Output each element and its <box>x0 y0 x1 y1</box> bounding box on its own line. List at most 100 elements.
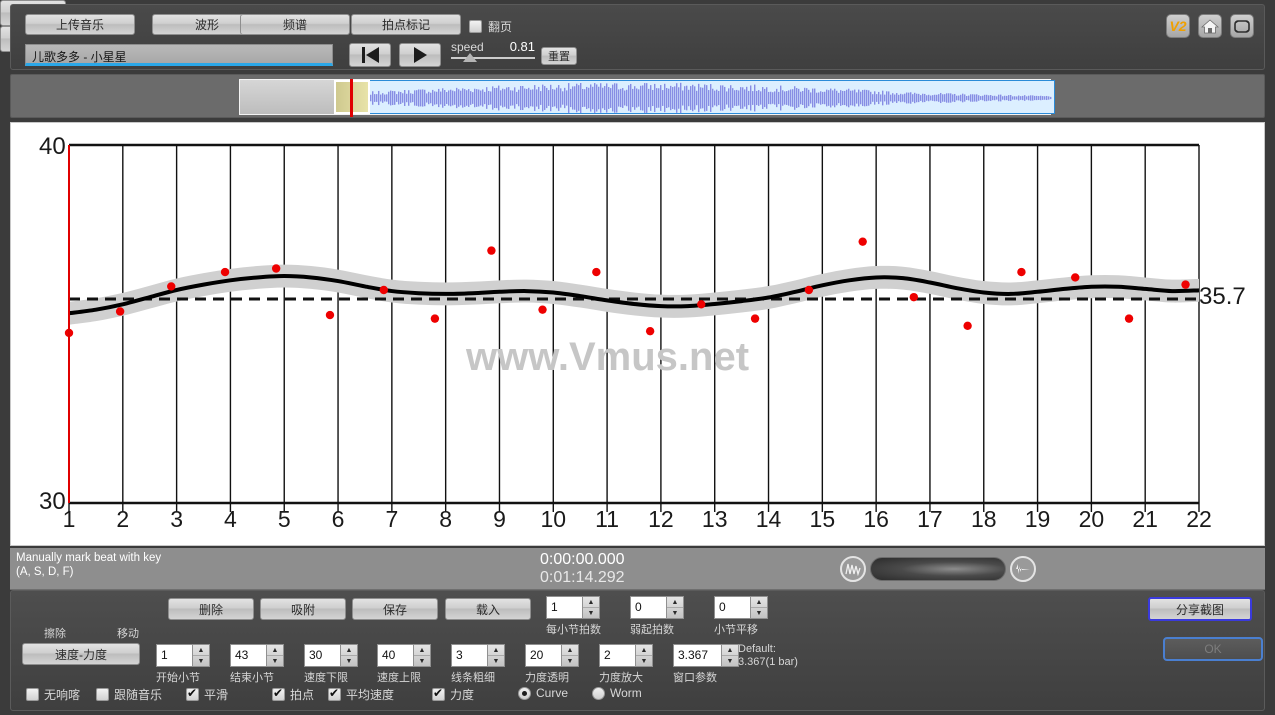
dynamics-checkbox[interactable] <box>432 686 445 701</box>
pickup-beats-stepper[interactable]: ▲ ▼ <box>666 596 684 619</box>
share-snapshot-button[interactable]: 分享截图 <box>1148 597 1252 621</box>
beats-per-bar-spinner[interactable]: 1 ▲ ▼ <box>546 596 600 619</box>
stepper-up-icon[interactable]: ▲ <box>636 645 652 656</box>
page-turn-checkbox[interactable] <box>469 20 482 33</box>
stepper-up-icon[interactable]: ▲ <box>751 597 767 608</box>
stepper-down-icon[interactable]: ▼ <box>751 608 767 618</box>
stepper-down-icon[interactable]: ▼ <box>267 656 283 666</box>
waveform-playhead[interactable] <box>350 79 353 117</box>
beat-point[interactable] <box>1071 273 1080 282</box>
beat-point[interactable] <box>271 264 281 273</box>
beat-point[interactable] <box>909 292 919 302</box>
no-click-checkbox[interactable] <box>26 688 39 701</box>
delete-button[interactable]: 删除 <box>168 598 254 620</box>
bar-shift-value[interactable]: 0 <box>714 596 750 619</box>
song-title-input[interactable]: 儿歌多多 - 小星星 <box>25 44 333 66</box>
stepper-down-icon[interactable]: ▼ <box>414 656 430 666</box>
tempo-chart-panel[interactable]: 40 30 35.7 www.Vmus.net 1 2 3 4 5 6 7 8 9 10 11 12 1… <box>10 122 1265 546</box>
beat-point[interactable] <box>1181 280 1190 289</box>
tempo-max-spinner[interactable]: 40 ▲ ▼ <box>377 644 431 667</box>
stepper-up-icon[interactable]: ▲ <box>583 597 599 608</box>
window-param-spinner[interactable]: 3.367 ▲ ▼ <box>673 644 739 667</box>
home-icon[interactable] <box>1198 14 1222 38</box>
beat-point[interactable] <box>592 267 601 277</box>
curve-radio[interactable] <box>518 686 531 700</box>
stepper-up-icon[interactable]: ▲ <box>193 645 209 656</box>
follow-music-checkbox[interactable] <box>96 688 109 701</box>
play-button[interactable] <box>399 43 441 67</box>
reset-button[interactable]: 重置 <box>541 47 577 65</box>
tempo-min-stepper[interactable]: ▲ ▼ <box>340 644 358 667</box>
beat-point[interactable] <box>379 285 388 295</box>
snap-button[interactable]: 吸附 <box>260 598 346 620</box>
tempo-min-spinner[interactable]: 30 ▲ ▼ <box>304 644 358 667</box>
start-bar-stepper[interactable]: ▲ ▼ <box>192 644 210 667</box>
beat-point[interactable] <box>325 310 335 320</box>
stepper-up-icon[interactable]: ▲ <box>562 645 578 656</box>
stepper-down-icon[interactable]: ▼ <box>636 656 652 666</box>
stepper-down-icon[interactable]: ▼ <box>583 608 599 618</box>
speed-slider[interactable] <box>451 53 535 62</box>
stepper-up-icon[interactable]: ▲ <box>722 645 738 656</box>
dyn-scale-value[interactable]: 2 <box>599 644 635 667</box>
bar-shift-stepper[interactable]: ▲ ▼ <box>750 596 768 619</box>
fullscreen-icon[interactable] <box>1230 14 1254 38</box>
stepper-down-icon[interactable]: ▼ <box>341 656 357 666</box>
beat-point[interactable] <box>804 285 814 295</box>
average-tempo-checkbox[interactable] <box>328 686 341 701</box>
window-param-value[interactable]: 3.367 <box>673 644 721 667</box>
beat-point[interactable] <box>430 314 440 323</box>
upload-music-button[interactable]: 上传音乐 <box>25 14 135 35</box>
end-bar-stepper[interactable]: ▲ ▼ <box>266 644 284 667</box>
spectrum-button[interactable]: 频谱 <box>240 14 350 35</box>
dyn-transparency-stepper[interactable]: ▲ ▼ <box>561 644 579 667</box>
stepper-up-icon[interactable]: ▲ <box>267 645 283 656</box>
beat-point[interactable] <box>487 246 496 255</box>
start-bar-spinner[interactable]: 1 ▲ ▼ <box>156 644 210 667</box>
dyn-scale-stepper[interactable]: ▲ ▼ <box>635 644 653 667</box>
beats-per-bar-value[interactable]: 1 <box>546 596 582 619</box>
beat-point[interactable] <box>963 321 972 330</box>
pickup-beats-value[interactable]: 0 <box>630 596 666 619</box>
stepper-up-icon[interactable]: ▲ <box>488 645 504 656</box>
stepper-up-icon[interactable]: ▲ <box>667 597 683 608</box>
line-width-value[interactable]: 3 <box>451 644 487 667</box>
beat-point[interactable] <box>697 300 706 309</box>
beat-point[interactable] <box>115 307 125 316</box>
line-width-stepper[interactable]: ▲ ▼ <box>487 644 505 667</box>
audio-meter-icon[interactable] <box>1010 556 1036 582</box>
beat-point[interactable] <box>220 267 230 277</box>
stepper-up-icon[interactable]: ▲ <box>414 645 430 656</box>
dyn-transparency-value[interactable]: 20 <box>525 644 561 667</box>
smooth-checkbox[interactable] <box>186 686 199 701</box>
save-button[interactable]: 保存 <box>352 598 438 620</box>
speed-slider-thumb[interactable] <box>463 53 477 62</box>
worm-radio[interactable] <box>592 686 605 700</box>
tempo-max-value[interactable]: 40 <box>377 644 413 667</box>
beats-per-bar-stepper[interactable]: ▲ ▼ <box>582 596 600 619</box>
beats-checkbox[interactable] <box>272 686 285 701</box>
start-bar-value[interactable]: 1 <box>156 644 192 667</box>
stepper-down-icon[interactable]: ▼ <box>488 656 504 666</box>
beat-point[interactable] <box>750 314 760 323</box>
beat-marking-button[interactable]: 拍点标记 <box>351 14 461 35</box>
beat-point[interactable] <box>858 237 867 246</box>
stepper-up-icon[interactable]: ▲ <box>341 645 357 656</box>
dyn-transparency-spinner[interactable]: 20 ▲ ▼ <box>525 644 579 667</box>
tempo-max-stepper[interactable]: ▲ ▼ <box>413 644 431 667</box>
end-bar-spinner[interactable]: 43 ▲ ▼ <box>230 644 284 667</box>
beat-point[interactable] <box>645 326 655 336</box>
tempo-min-value[interactable]: 30 <box>304 644 340 667</box>
stepper-down-icon[interactable]: ▼ <box>722 656 738 666</box>
stepper-down-icon[interactable]: ▼ <box>562 656 578 666</box>
waveform-icon[interactable] <box>840 556 866 582</box>
end-bar-value[interactable]: 43 <box>230 644 266 667</box>
window-param-stepper[interactable]: ▲ ▼ <box>721 644 739 667</box>
rewind-button[interactable] <box>349 43 391 67</box>
beat-point[interactable] <box>1124 314 1134 323</box>
version-badge-icon[interactable]: V2 <box>1166 14 1190 38</box>
line-width-spinner[interactable]: 3 ▲ ▼ <box>451 644 505 667</box>
stepper-down-icon[interactable]: ▼ <box>667 608 683 618</box>
dyn-scale-spinner[interactable]: 2 ▲ ▼ <box>599 644 653 667</box>
waveform-overview-track[interactable] <box>239 79 1055 117</box>
